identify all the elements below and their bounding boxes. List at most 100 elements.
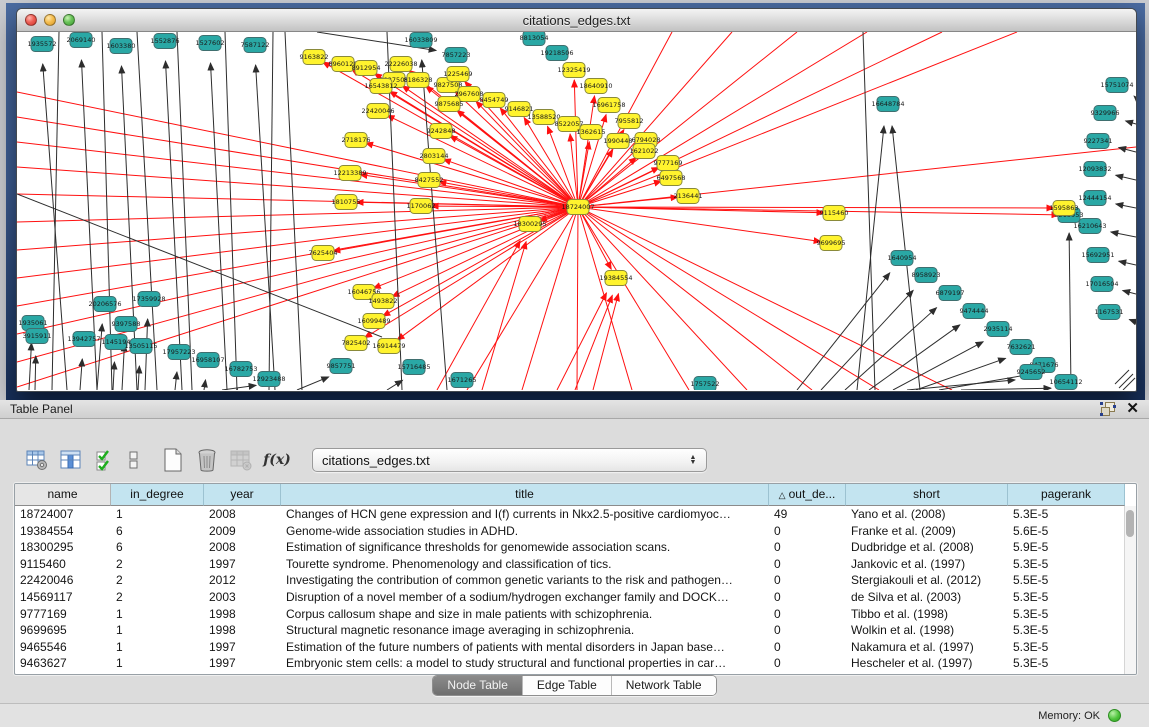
table-settings-icon[interactable] [22,445,52,475]
function-builder-icon[interactable]: f(x) [260,445,294,475]
table-row[interactable]: 1872400712008Changes of HCN gene express… [15,506,1136,523]
window-titlebar[interactable]: citations_edges.txt [17,9,1136,32]
graph-node-label: 15716485 [397,363,430,371]
select-column-icon[interactable] [56,445,86,475]
delete-table-icon[interactable] [192,445,222,475]
table-row[interactable]: 969969511998Structural magnetic resonanc… [15,622,1136,639]
graph-node-label: 1552876 [151,37,180,45]
graph-node-label: 8958923 [912,271,941,279]
graph-node-label: 22226038 [384,60,417,68]
table-vertical-scrollbar[interactable] [1124,506,1136,674]
table-cell: 0 [769,539,846,556]
table-row[interactable]: 1456911722003Disruption of a novel membe… [15,589,1136,606]
graph-node-label: 16958107 [191,356,224,364]
float-panel-icon[interactable] [1100,402,1116,416]
column-header-year[interactable]: year [204,484,281,506]
close-panel-icon[interactable]: ✕ [1126,402,1139,416]
table-cell: 2009 [204,523,281,540]
graph-node-label: 12325419 [557,66,590,74]
graph-node-label: 9227341 [1084,137,1113,145]
table-row[interactable]: 977716911998Corpus callosum shape and si… [15,606,1136,623]
graph-node-label: 7625404 [309,249,338,257]
table-row[interactable]: 911546021997Tourette syndrome. Phenomeno… [15,556,1136,573]
graph-node-label: 15751074 [1100,81,1133,89]
table-cell: 5.3E-5 [1008,655,1125,672]
graph-node-label: 9242848 [427,127,456,135]
table-cell: 9463627 [15,655,111,672]
graph-node-label: 2718176 [342,136,371,144]
table-cell: 5.6E-5 [1008,523,1125,540]
table-cell: 1 [111,622,204,639]
graph-node-label: 8912954 [352,64,381,72]
table-panel-header: Table Panel ✕ [0,400,1149,419]
table-row[interactable]: 2242004622012Investigating the contribut… [15,572,1136,589]
graph-node-label: 2803144 [420,152,449,160]
table-cell: 1998 [204,622,281,639]
table-cell: 0 [769,622,846,639]
table-cell: Estimation of the future numbers of pati… [281,639,769,656]
column-header-in_degree[interactable]: in_degree [111,484,204,506]
graph-node-label: 1527602 [196,39,225,47]
table-cell: 1 [111,655,204,672]
table-cell: Structural magnetic resonance image aver… [281,622,769,639]
table-cell: 2008 [204,539,281,556]
graph-node-label: 1671265 [448,376,477,384]
table-cell: Nakamura et al. (1997) [846,639,1008,656]
graph-node-label: 6497568 [657,174,686,182]
table-row[interactable]: 1938455462009Genome-wide association stu… [15,523,1136,540]
graph-node-label: 1603380 [107,42,136,50]
column-header-title[interactable]: title [281,484,769,506]
column-header-pagerank[interactable]: pagerank [1008,484,1125,506]
graph-node-label: 9245652 [1017,368,1046,376]
table-cell: 1997 [204,556,281,573]
table-row[interactable]: 946362711997Embryonic stem cells: a mode… [15,655,1136,672]
network-graph-canvas[interactable]: 1935572206914016033801552876152760275871… [17,32,1136,390]
graph-node-label: 18300295 [513,220,546,228]
graph-node-label: 12093832 [1078,165,1111,173]
table-row[interactable]: 946554611997Estimation of the future num… [15,639,1136,656]
zoom-window-button[interactable] [63,14,75,26]
import-table-icon[interactable] [226,445,256,475]
table-cell: 5.3E-5 [1008,506,1125,523]
graph-node-label: 19384554 [599,274,632,282]
table-cell: 6 [111,523,204,540]
close-window-button[interactable] [25,14,37,26]
table-cell: 0 [769,523,846,540]
application-window: citations_edges.txt 19355722069140160338… [0,0,1149,727]
new-table-icon[interactable] [158,445,188,475]
column-header-out_de[interactable]: △out_de... [769,484,846,506]
tab-network-table[interactable]: Network Table [612,676,716,695]
scrollbar-thumb[interactable] [1126,510,1134,537]
table-row[interactable]: 1830029562008Estimation of significance … [15,539,1136,556]
column-header-short[interactable]: short [846,484,1008,506]
row-stack-icon[interactable] [124,445,144,475]
graph-node-label: 12444154 [1078,194,1111,202]
graph-node-label: 9163822 [300,53,329,61]
select-all-icon[interactable] [90,445,120,475]
minimize-window-button[interactable] [44,14,56,26]
graph-node-label: 9827508 [434,81,463,89]
table-cell: 22420046 [15,572,111,589]
table-cell: 2 [111,572,204,589]
graph-node-label: 16210643 [1073,222,1106,230]
graph-node-label: 9146821 [505,105,534,113]
graph-node-label: 7857223 [442,51,471,59]
table-cell: Disruption of a novel member of a sodium… [281,589,769,606]
tab-edge-table[interactable]: Edge Table [523,676,612,695]
tab-node-table[interactable]: Node Table [433,676,523,695]
table-panel-title: Table Panel [10,402,73,416]
table-cell: Corpus callosum shape and size in male p… [281,606,769,623]
table-cell: 5.3E-5 [1008,639,1125,656]
node-table: namein_degreeyeartitle△out_de...shortpag… [14,483,1137,675]
graph-node-label: 1170062 [407,202,436,210]
network-view-window[interactable]: citations_edges.txt 19355722069140160338… [16,8,1137,392]
table-cell: 1 [111,506,204,523]
graph-node-label: 9699695 [817,239,846,247]
table-cell: Dudbridge et al. (2008) [846,539,1008,556]
graph-node-label: 1362615 [577,128,606,136]
graph-node-label: 1935061 [19,319,48,327]
graph-node-label: 1493822 [369,297,398,305]
column-header-name[interactable]: name [15,484,111,506]
table-cell: 0 [769,655,846,672]
table-selector-dropdown[interactable]: citations_edges.txt ▲▼ [312,448,707,472]
